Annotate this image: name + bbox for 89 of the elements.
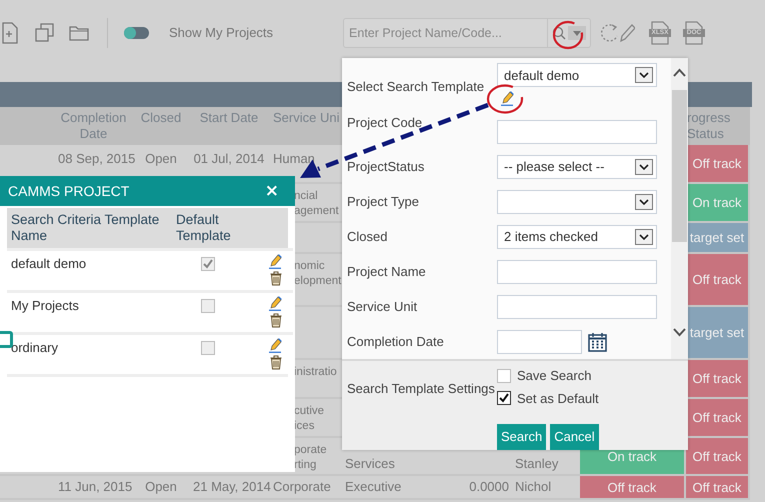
default-checkbox[interactable] — [201, 299, 215, 313]
column-header[interactable]: rogress Status — [686, 107, 750, 145]
dialog-title: CAMMS PROJECT — [8, 183, 130, 199]
table-cell: cutive ices — [294, 405, 324, 432]
select-field[interactable]: default demo — [497, 63, 657, 87]
edit-icon[interactable] — [269, 296, 282, 311]
template-name: ordinary — [11, 340, 58, 355]
column-header: Search Criteria Template Name — [10, 211, 160, 245]
select-field[interactable]: -- please select -- — [497, 154, 657, 178]
table-cell: 21 May, 2014 — [193, 479, 271, 494]
table-cell: Stanley — [515, 456, 558, 471]
template-name: default demo — [11, 256, 86, 271]
status-cell: Off track — [580, 476, 686, 500]
highlight-circle — [485, 83, 525, 115]
trash-icon[interactable] — [270, 271, 282, 286]
table-cell: 01 Jul, 2014 — [194, 151, 264, 166]
status-cell: target set — [686, 223, 750, 254]
trash-icon[interactable] — [270, 355, 282, 370]
status-cell: On track — [686, 184, 750, 223]
highlight-circle — [551, 19, 585, 51]
table-cell: nomic elopment — [294, 260, 342, 287]
status-cell: Off track — [686, 145, 750, 184]
field-label: Project Code — [346, 115, 424, 130]
close-button[interactable]: × — [264, 182, 279, 200]
checkbox[interactable] — [497, 391, 511, 406]
table-cell: 11 Jun, 2015 — [58, 479, 132, 494]
status-cell: Off track — [686, 360, 750, 399]
edge-handle[interactable] — [0, 331, 13, 348]
search-field[interactable]: Enter Project Name/Code... — [343, 18, 592, 48]
toggle-switch[interactable] — [124, 26, 149, 38]
settings-label: Search Template Settings — [346, 380, 496, 398]
table-cell: Corporate — [273, 479, 331, 494]
table-cell: inistratio — [294, 366, 337, 378]
column-header: Default Template — [175, 211, 232, 245]
column-header[interactable]: Closed — [132, 107, 190, 145]
template-name: My Projects — [11, 298, 79, 313]
status-cell: Off track — [686, 438, 750, 476]
column-header[interactable]: Service Uni — [268, 107, 342, 145]
table-cell: 08 Sep, 2015 — [58, 151, 136, 166]
status-cell: Off track — [686, 476, 750, 500]
status-cell: Off track — [686, 399, 750, 438]
select-field[interactable]: 2 items checked — [497, 224, 657, 248]
input-field[interactable] — [497, 120, 657, 144]
dropdown-caret-icon[interactable] — [568, 26, 586, 40]
scrollbar-thumb[interactable] — [672, 90, 687, 242]
checkbox-label: Save Search — [517, 368, 592, 384]
search-button[interactable]: Search — [497, 424, 546, 450]
edit-icon[interactable] — [269, 254, 282, 269]
edit-icon[interactable] — [269, 338, 282, 353]
copy-icon[interactable] — [35, 22, 55, 42]
table-cell: Open — [145, 151, 177, 166]
calendar-icon[interactable] — [588, 332, 607, 352]
date-field[interactable] — [497, 330, 582, 354]
edit-icon[interactable] — [501, 91, 514, 106]
table-cell: ncial agement — [294, 190, 339, 217]
scrollbar-track[interactable] — [671, 58, 688, 359]
field-label: Project Type — [346, 194, 420, 209]
table-cell: Services — [345, 456, 395, 471]
input-field[interactable] — [497, 260, 657, 284]
table-cell: Nichol — [515, 479, 552, 494]
default-checkbox[interactable] — [201, 257, 215, 271]
input-field[interactable] — [497, 294, 657, 318]
toggle-label: Show My Projects — [169, 25, 274, 40]
status-cell: target set — [686, 307, 750, 360]
field-label: Closed — [346, 229, 388, 244]
table-cell: 0.0000 — [469, 479, 509, 494]
column-header[interactable]: Start Date — [190, 107, 268, 145]
table-cell: Open — [145, 479, 177, 494]
scroll-down-icon[interactable] — [673, 328, 686, 337]
checkbox[interactable] — [497, 368, 511, 383]
field-label: Service Unit — [346, 299, 418, 314]
status-cell: Off track — [686, 254, 750, 307]
field-label: Completion Date — [346, 334, 445, 349]
table-cell: porate rting — [294, 444, 327, 471]
select-field[interactable] — [497, 190, 657, 214]
checkbox-label: Set as Default — [517, 390, 599, 406]
field-label: ProjectStatus — [346, 159, 426, 174]
column-header[interactable]: Completion Date — [55, 107, 132, 145]
trash-icon[interactable] — [270, 313, 282, 328]
cancel-button[interactable]: Cancel — [550, 424, 599, 450]
folder-icon[interactable] — [69, 24, 89, 40]
search-icon[interactable] — [552, 26, 566, 40]
default-checkbox[interactable] — [201, 341, 215, 355]
table-cell: Human — [273, 151, 315, 166]
table-cell: Executive — [345, 479, 402, 494]
field-label: Select Search Template — [346, 79, 486, 94]
scroll-up-icon[interactable] — [673, 68, 686, 77]
new-page-icon[interactable] — [2, 22, 18, 44]
field-label: Project Name — [346, 264, 427, 279]
